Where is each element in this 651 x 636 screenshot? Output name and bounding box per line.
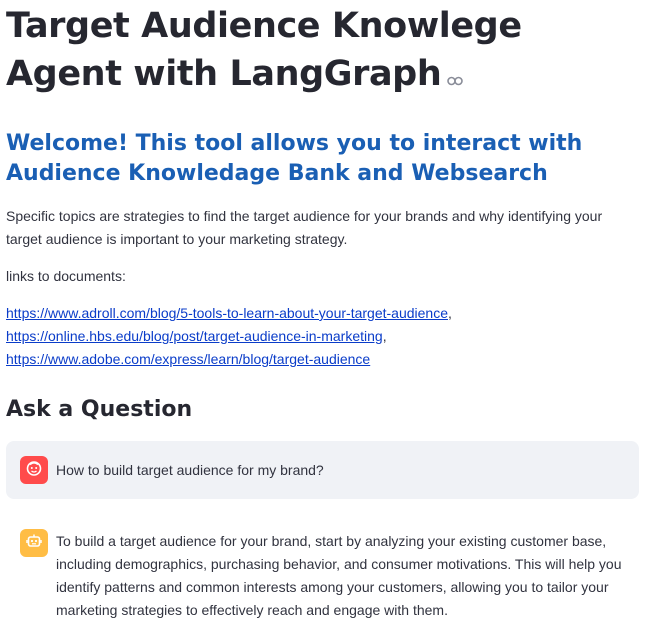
welcome-heading: Welcome! This tool allows you to interac…: [6, 131, 583, 186]
main-content: Target Audience Knowlege Agent with Lang…: [0, 0, 651, 636]
ask-question-heading: Ask a Question: [6, 397, 193, 422]
link-separator: ,: [448, 305, 452, 321]
assistant-avatar: [20, 529, 48, 557]
page-title: Target Audience Knowlege Agent with Lang…: [6, 0, 639, 99]
user-message-text: How to build target audience for my bran…: [56, 461, 324, 478]
link-icon[interactable]: [447, 51, 464, 99]
user-avatar: [20, 456, 48, 484]
link-row: https://online.hbs.edu/blog/post/target-…: [6, 325, 639, 348]
page-title-text: Target Audience Knowlege Agent with Lang…: [6, 6, 522, 94]
document-link-adobe[interactable]: https://www.adobe.com/express/learn/blog…: [6, 351, 370, 367]
links-list: https://www.adroll.com/blog/5-tools-to-l…: [6, 302, 639, 371]
link-row: https://www.adobe.com/express/learn/blog…: [6, 348, 639, 371]
document-link-adroll[interactable]: https://www.adroll.com/blog/5-tools-to-l…: [6, 305, 448, 321]
description-text: Specific topics are strategies to find t…: [6, 208, 603, 247]
link-row: https://www.adroll.com/blog/5-tools-to-l…: [6, 302, 639, 325]
user-message: How to build target audience for my bran…: [6, 441, 639, 499]
user-face-icon: [25, 459, 43, 482]
assistant-message: To build a target audience for your bran…: [6, 515, 639, 636]
robot-icon: [25, 532, 43, 555]
assistant-message-text: To build a target audience for your bran…: [56, 533, 622, 618]
links-label: links to documents:: [6, 268, 126, 284]
document-link-hbs[interactable]: https://online.hbs.edu/blog/post/target-…: [6, 328, 383, 344]
link-separator: ,: [382, 328, 387, 344]
